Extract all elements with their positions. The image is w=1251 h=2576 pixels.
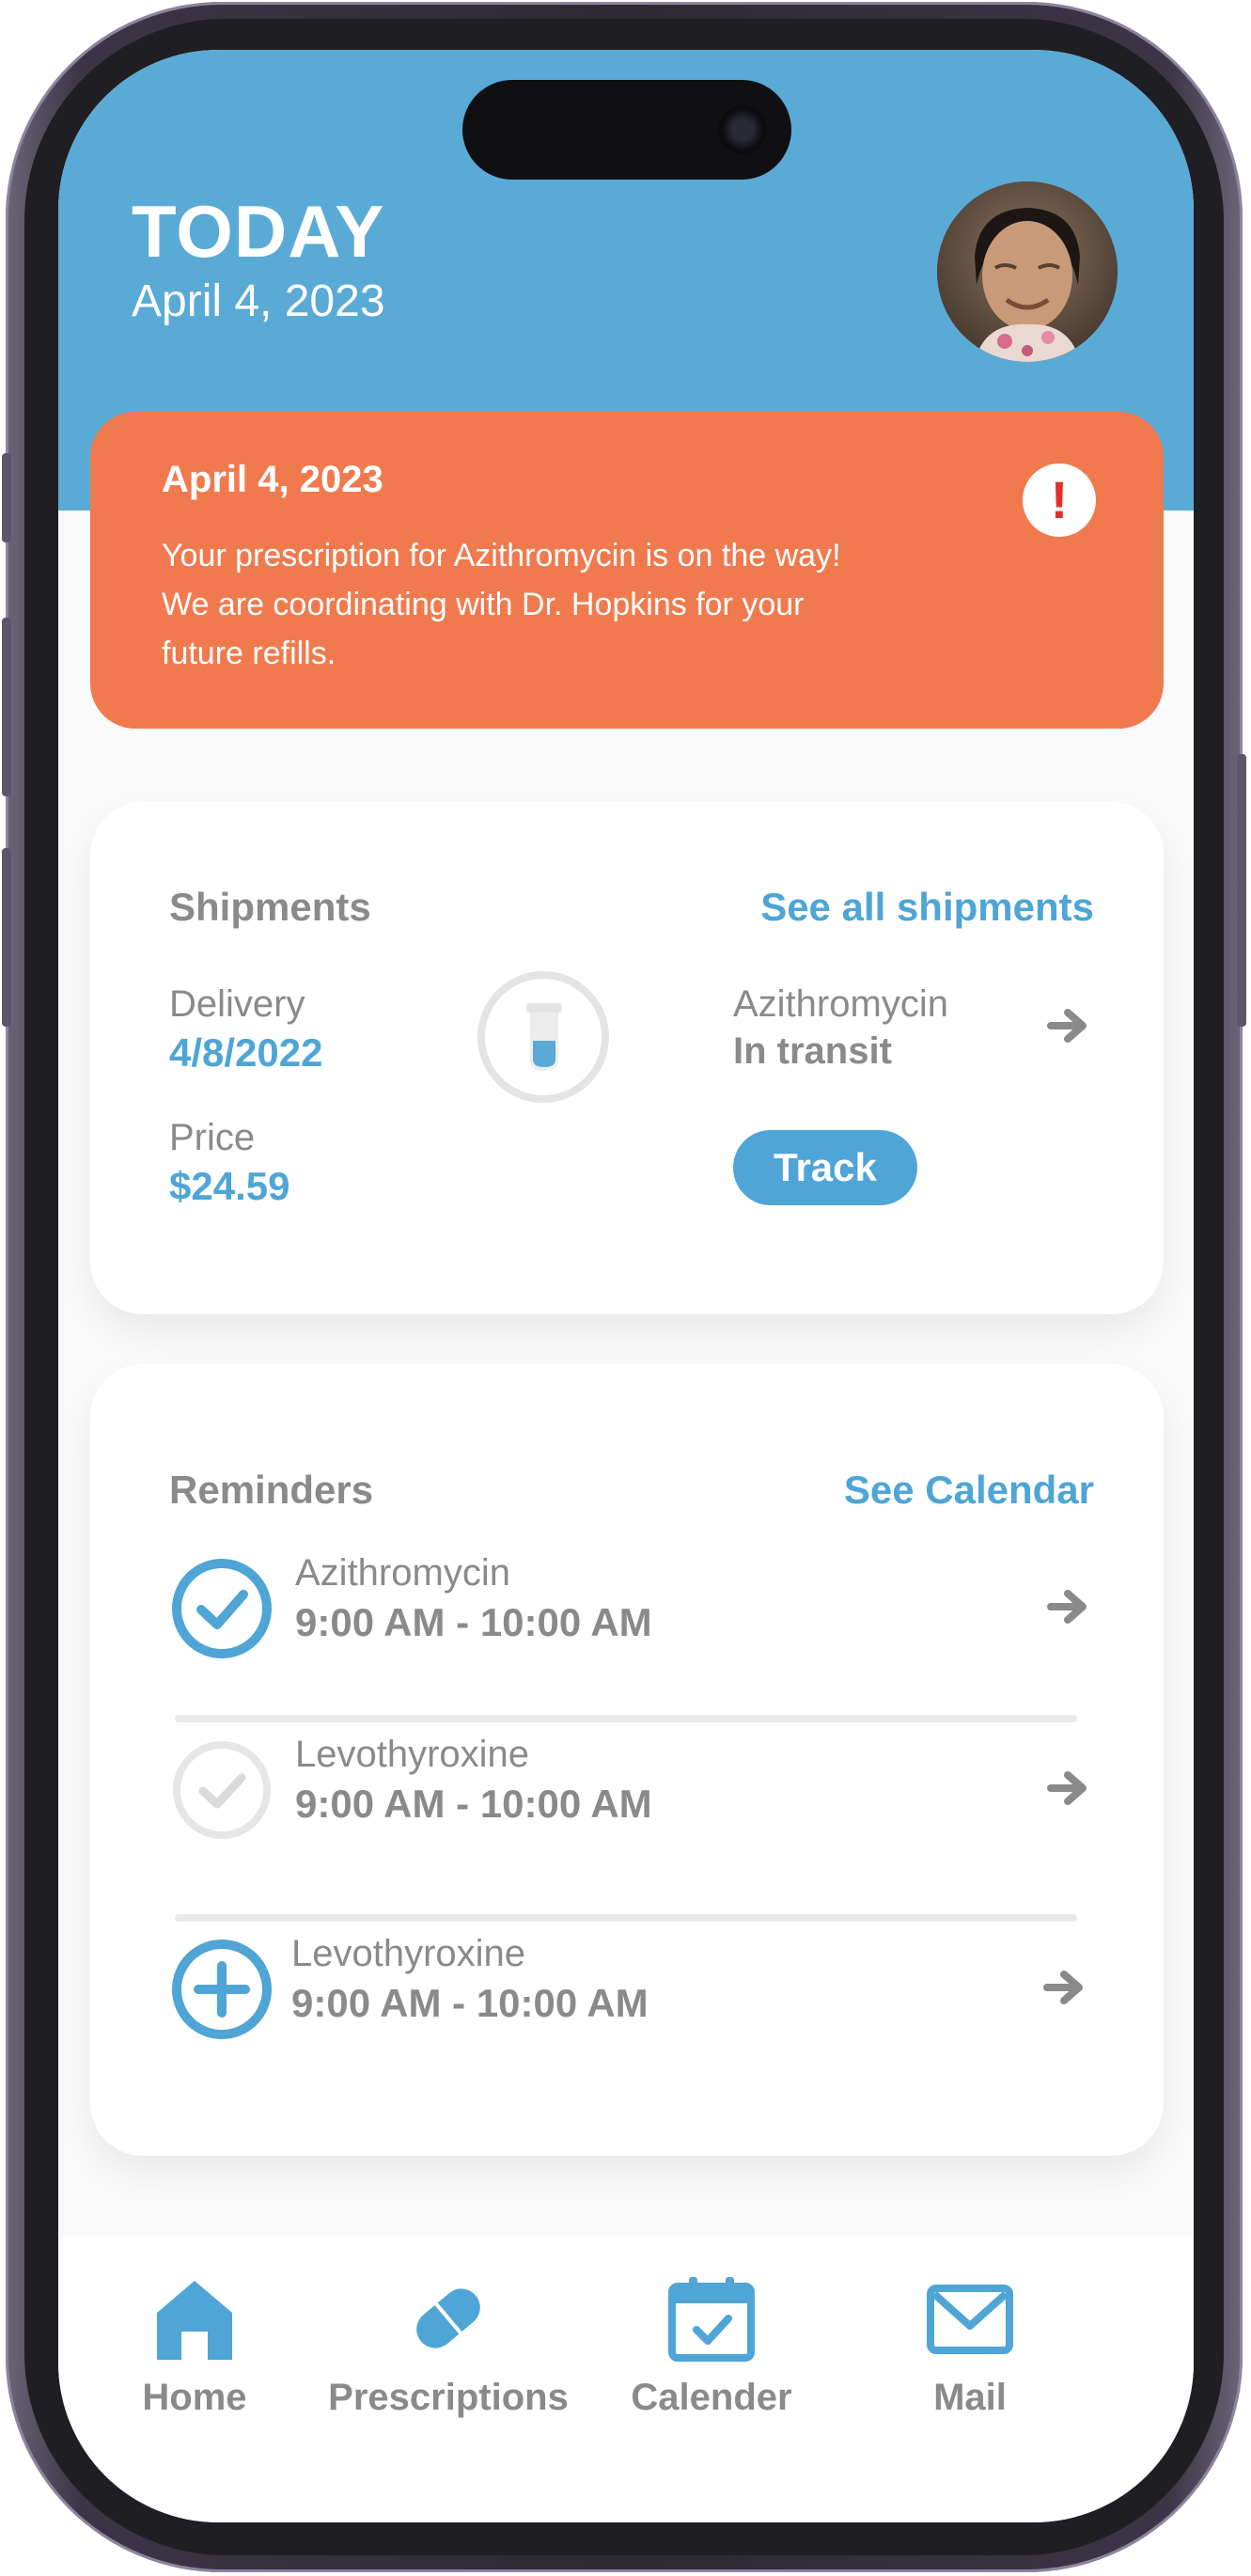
reminder-medication: Azithromycin xyxy=(295,1552,510,1594)
reminder-row[interactable]: Levothyroxine 9:00 AM - 10:00 AM xyxy=(90,1909,1164,2069)
track-button[interactable]: Track xyxy=(733,1130,917,1205)
exclamation-icon: ! xyxy=(1023,463,1096,537)
arrow-right-icon[interactable] xyxy=(1047,1588,1090,1626)
reminder-row[interactable]: Levothyroxine 9:00 AM - 10:00 AM xyxy=(90,1710,1164,1870)
reminders-title: Reminders xyxy=(169,1468,374,1512)
add-circle-icon[interactable] xyxy=(170,1938,274,2041)
reminder-time: 9:00 AM - 10:00 AM xyxy=(291,1981,649,2025)
tab-calendar[interactable]: Calender xyxy=(571,2273,852,2419)
volume-down-button xyxy=(2,848,11,1027)
tab-label: Calender xyxy=(631,2377,792,2418)
reminder-medication: Levothyroxine xyxy=(291,1933,526,1974)
reminder-medication: Levothyroxine xyxy=(295,1734,530,1775)
shipments-title: Shipments xyxy=(169,885,371,929)
see-calendar-link[interactable]: See Calendar xyxy=(844,1468,1094,1513)
reminder-row[interactable]: Azithromycin 9:00 AM - 10:00 AM xyxy=(90,1529,1164,1689)
tab-label: Mail xyxy=(933,2377,1007,2418)
reminder-time: 9:00 AM - 10:00 AM xyxy=(295,1782,652,1826)
dynamic-island xyxy=(462,80,791,180)
tab-label: Prescriptions xyxy=(328,2377,569,2418)
reminder-time: 9:00 AM - 10:00 AM xyxy=(295,1600,652,1644)
tab-prescriptions[interactable]: Prescriptions xyxy=(307,2273,589,2419)
arrow-right-icon[interactable] xyxy=(1043,1969,1087,2006)
action-button xyxy=(2,453,11,542)
alert-message-line: future refills. xyxy=(162,636,336,671)
tab-bar: Home Prescriptions Calender Mail xyxy=(58,2236,1194,2522)
avatar[interactable] xyxy=(937,181,1118,362)
avatar-portrait-icon xyxy=(937,181,1118,362)
price-value: $24.59 xyxy=(169,1164,290,1208)
alert-date: April 4, 2023 xyxy=(162,459,383,500)
arrow-right-icon[interactable] xyxy=(1047,1007,1090,1045)
shipments-card: Shipments See all shipments Delivery 4/8… xyxy=(90,802,1164,1314)
app-screen: TODAY April 4, 2023 April 4, 2023 Your p… xyxy=(58,50,1194,2522)
alert-message: Your prescription for Azithromycin is on… xyxy=(162,531,1008,678)
alert-message-line: Your prescription for Azithromycin is on… xyxy=(162,538,841,573)
check-circle-outline-icon[interactable] xyxy=(170,1738,274,1842)
volume-up-button xyxy=(2,618,11,796)
tab-label: Home xyxy=(142,2377,247,2418)
arrow-right-icon[interactable] xyxy=(1047,1769,1090,1807)
price-label: Price xyxy=(169,1117,256,1158)
delivery-value: 4/8/2022 xyxy=(169,1030,323,1075)
calendar-icon xyxy=(668,2277,755,2362)
delivery-label: Delivery xyxy=(169,983,305,1025)
shipment-status: In transit xyxy=(733,1030,892,1072)
power-button xyxy=(1237,754,1246,1027)
tab-mail[interactable]: Mail xyxy=(829,2273,1111,2419)
home-icon xyxy=(157,2281,232,2360)
camera-icon xyxy=(718,105,767,154)
page-date: April 4, 2023 xyxy=(132,276,385,326)
tab-home[interactable]: Home xyxy=(58,2273,336,2419)
reminders-card: Reminders See Calendar Azithromycin 9:00… xyxy=(90,1364,1164,2156)
alert-message-line: We are coordinating with Dr. Hopkins for… xyxy=(162,587,805,622)
vial-icon xyxy=(477,971,609,1103)
alert-banner[interactable]: April 4, 2023 Your prescription for Azit… xyxy=(90,412,1164,729)
pill-icon xyxy=(416,2288,480,2348)
mail-icon xyxy=(927,2285,1013,2354)
see-all-shipments-link[interactable]: See all shipments xyxy=(760,885,1094,930)
check-circle-icon[interactable] xyxy=(170,1557,274,1660)
shipment-medication: Azithromycin xyxy=(733,983,948,1025)
page-title: TODAY xyxy=(132,190,385,273)
